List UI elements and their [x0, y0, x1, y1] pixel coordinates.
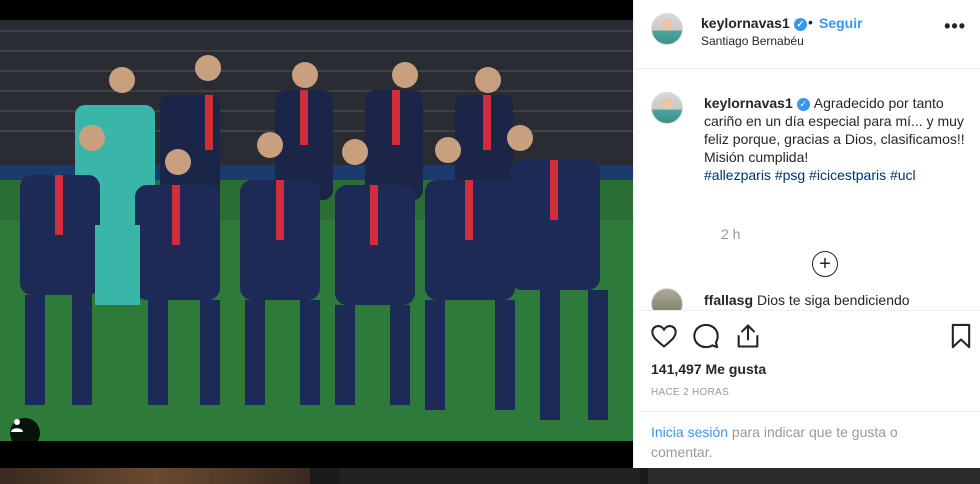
author-avatar[interactable]: [651, 13, 683, 45]
comment-body: Dios te siga bendiciendo: [757, 292, 910, 308]
plus-circle-icon[interactable]: +: [812, 251, 838, 277]
post-sidebar: keylornavas1 ✓ • Seguir Santiago Bernabéu…: [633, 0, 980, 468]
login-link[interactable]: Inicia sesión: [651, 424, 728, 440]
verified-badge-icon: ✓: [793, 18, 807, 31]
likes-count[interactable]: 141,497 Me gusta: [651, 361, 766, 377]
person-icon: [11, 419, 23, 432]
bookmark-icon[interactable]: [947, 322, 975, 350]
related-post-thumb[interactable]: [0, 468, 310, 484]
related-posts-strip: [0, 468, 980, 484]
comment-text: ffallasg Dios te siga bendiciendo: [704, 292, 910, 308]
author-username[interactable]: keylornavas1 ✓: [701, 15, 807, 31]
commenter-username[interactable]: ffallasg: [704, 292, 753, 308]
author-username-text[interactable]: keylornavas1: [701, 15, 790, 31]
related-post-thumb[interactable]: [648, 468, 980, 484]
caption-text: keylornavas1 ✓ Agradecido por tanto cariño…: [704, 94, 979, 184]
login-prompt-text: Inicia sesión para indicar que te gusta …: [651, 422, 951, 462]
commenter-avatar[interactable]: [651, 288, 683, 310]
caption-username[interactable]: keylornavas1: [704, 95, 793, 111]
verified-badge-icon: ✓: [796, 98, 810, 111]
share-icon[interactable]: [734, 322, 762, 350]
ellipsis-icon[interactable]: •••: [944, 16, 966, 37]
caption-hashtags[interactable]: #allezparis #psg #icicestparis #ucl: [704, 167, 916, 183]
comments-section[interactable]: keylornavas1 ✓ Agradecido por tanto cariño…: [634, 70, 980, 310]
post-timestamp: HACE 2 HORAS: [651, 387, 730, 398]
post-actions: 141,497 Me gusta HACE 2 HORAS: [634, 310, 980, 412]
separator: •: [808, 14, 813, 30]
heart-icon[interactable]: [650, 322, 678, 350]
related-post-thumb[interactable]: [340, 468, 640, 484]
caption-avatar[interactable]: [651, 92, 683, 124]
location-link[interactable]: Santiago Bernabéu: [701, 34, 804, 48]
post-image[interactable]: [0, 20, 633, 441]
team-photo: [0, 20, 633, 441]
comment-icon[interactable]: [692, 322, 720, 350]
caption-time: 2 h: [721, 226, 741, 242]
post-header: keylornavas1 ✓ • Seguir Santiago Bernabéu…: [634, 0, 980, 69]
tagged-users-button[interactable]: [10, 418, 40, 441]
follow-button[interactable]: Seguir: [819, 15, 863, 31]
login-prompt: Inicia sesión para indicar que te gusta …: [634, 411, 980, 468]
